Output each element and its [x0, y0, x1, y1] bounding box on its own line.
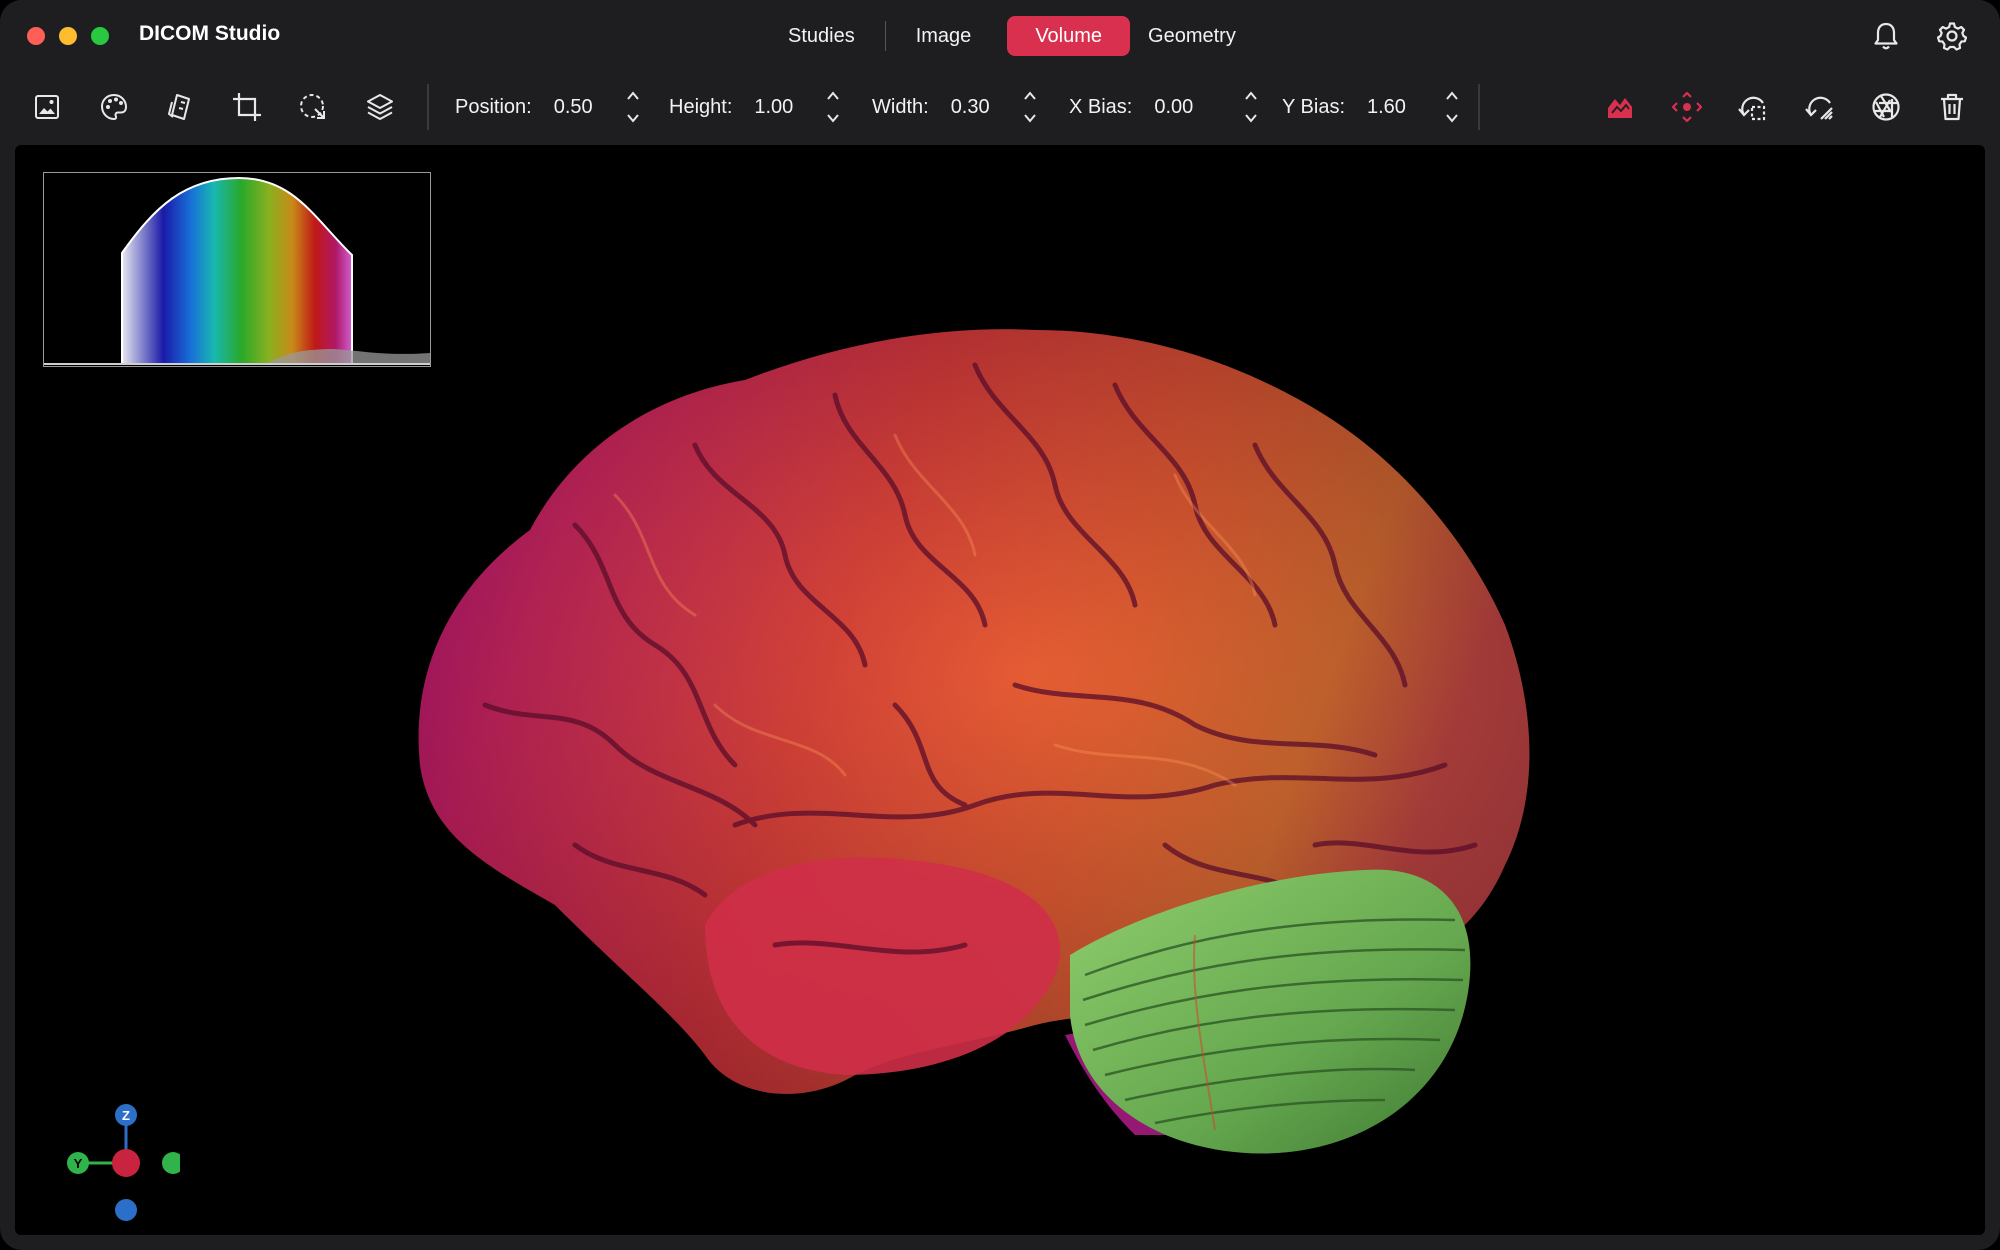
y-bias-control: Y Bias: 1.60 [1282, 89, 1463, 125]
position-label: Position: [455, 95, 532, 118]
tab-geometry[interactable]: Geometry [1130, 16, 1254, 56]
chevron-down-icon [1245, 114, 1258, 123]
chevron-down-icon [1446, 114, 1458, 123]
position-stepper[interactable] [622, 89, 644, 125]
toolbar-divider [1478, 84, 1480, 130]
lasso-select-icon[interactable] [293, 87, 333, 127]
tab-image[interactable]: Image [898, 16, 990, 56]
volume-viewport[interactable]: Z Y [15, 145, 1985, 1235]
chevron-down-icon [827, 114, 840, 123]
height-value[interactable]: 1.00 [754, 96, 814, 119]
image-icon[interactable] [27, 87, 67, 127]
gear-icon[interactable] [1934, 18, 1970, 54]
chevron-up-icon [1446, 91, 1458, 100]
app-window: DICOM Studio Studies Image Volume Geomet… [0, 0, 2000, 1250]
chevron-up-icon [1245, 91, 1258, 100]
title-bar: DICOM Studio Studies Image Volume Geomet… [0, 0, 2000, 72]
rotate-select-icon[interactable] [1733, 87, 1773, 127]
orientation-axis-gizmo[interactable]: Z Y [50, 1093, 184, 1223]
close-window-button[interactable] [27, 27, 45, 45]
x-bias-value[interactable]: 0.00 [1154, 96, 1232, 119]
crop-icon[interactable] [227, 87, 267, 127]
width-control: Width: 0.30 [872, 89, 1041, 125]
layers-icon[interactable] [360, 87, 400, 127]
toolbar-divider [427, 84, 429, 130]
tab-volume[interactable]: Volume [1007, 16, 1131, 56]
chevron-up-icon [626, 91, 639, 100]
minimize-window-button[interactable] [59, 27, 77, 45]
x-bias-stepper[interactable] [1240, 89, 1262, 125]
chevron-up-icon [827, 91, 840, 100]
height-stepper[interactable] [822, 89, 844, 125]
x-bias-label: X Bias: [1069, 95, 1133, 118]
transfer-function-curve [44, 176, 430, 365]
aperture-icon[interactable] [1866, 87, 1906, 127]
y-axis-label: Y [74, 1156, 83, 1171]
z-axis-label: Z [122, 1108, 130, 1123]
move-icon[interactable] [1667, 87, 1707, 127]
y-bias-value[interactable]: 1.60 [1367, 96, 1433, 119]
negative-y-axis-handle [162, 1152, 184, 1174]
chevron-down-icon [626, 114, 639, 123]
position-value[interactable]: 0.50 [554, 96, 614, 119]
x-bias-control: X Bias: 0.00 [1069, 89, 1262, 125]
rotate-icon[interactable] [1800, 87, 1840, 127]
app-title: DICOM Studio [139, 22, 281, 45]
bell-icon[interactable] [1868, 18, 1904, 54]
y-bias-label: Y Bias: [1282, 95, 1345, 118]
toolbar: Position: 0.50 Height: 1.00 Width: 0.30 [0, 72, 2000, 142]
palette-icon[interactable] [94, 87, 134, 127]
y-bias-stepper[interactable] [1441, 89, 1463, 125]
x-axis-handle [112, 1149, 140, 1177]
height-control: Height: 1.00 [669, 89, 844, 125]
chevron-down-icon [1023, 114, 1036, 123]
transfer-function-icon[interactable] [1600, 87, 1640, 127]
position-control: Position: 0.50 [455, 89, 644, 125]
zoom-window-button[interactable] [91, 27, 109, 45]
transfer-function-histogram[interactable] [43, 172, 431, 367]
trash-icon[interactable] [1932, 87, 1972, 127]
width-stepper[interactable] [1019, 89, 1041, 125]
mode-tabs: Studies Image Volume Geometry [770, 16, 1254, 56]
window-level-icon[interactable] [160, 87, 200, 127]
tab-studies[interactable]: Studies [770, 16, 873, 56]
chevron-up-icon [1023, 91, 1036, 100]
negative-z-axis-handle [115, 1199, 137, 1221]
width-label: Width: [872, 95, 929, 118]
height-label: Height: [669, 95, 733, 118]
width-value[interactable]: 0.30 [951, 96, 1011, 119]
tab-divider [884, 21, 886, 51]
